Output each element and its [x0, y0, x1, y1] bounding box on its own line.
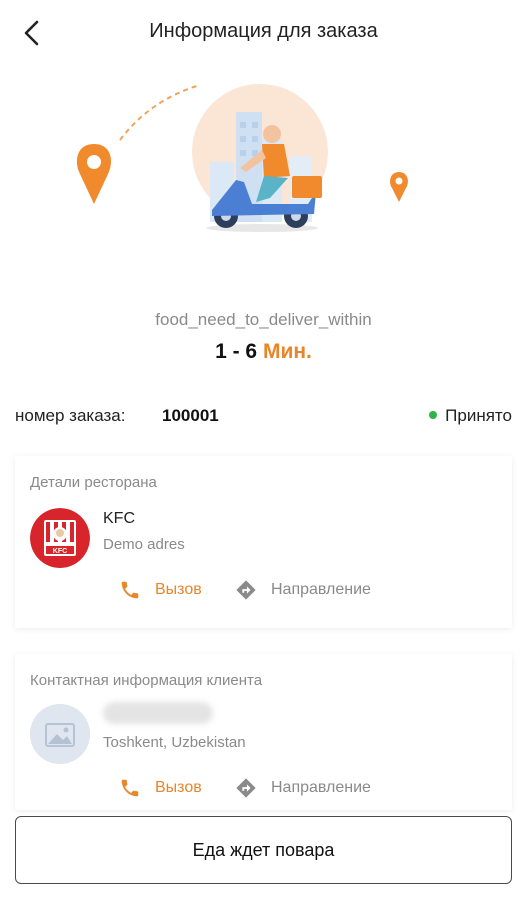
- order-number: 100001: [162, 406, 219, 425]
- delivery-time-range: 1 - 6: [215, 340, 258, 363]
- customer-call-button[interactable]: Вызов: [119, 774, 202, 802]
- customer-name-redacted: [103, 702, 213, 724]
- restaurant-name: KFC: [103, 510, 135, 527]
- order-status: Принято: [429, 406, 512, 426]
- order-info-row: номер заказа: 100001 Принято: [15, 404, 512, 432]
- delivery-label: food_need_to_deliver_within: [155, 310, 372, 329]
- phone-icon: [121, 581, 139, 599]
- phone-icon: [121, 779, 139, 797]
- app-header: Информация для заказа: [0, 0, 527, 68]
- destination-pin-icon: [390, 172, 408, 202]
- customer-direction-button[interactable]: Направление: [235, 774, 371, 802]
- customer-contact-card: Контактная информация клиента Toshkent, …: [15, 654, 512, 810]
- delivery-time-unit: Мин.: [262, 340, 312, 363]
- order-number-label: номер заказа:: [15, 406, 126, 425]
- kfc-logo-text: KFC: [53, 548, 67, 555]
- restaurant-logo: KFC: [30, 508, 90, 568]
- delivery-time: 1 - 6 Мин.: [0, 340, 527, 364]
- directions-icon: [236, 580, 256, 600]
- status-dot-icon: [429, 410, 438, 419]
- restaurant-details-card: Детали ресторана KFC KFC Demo adres Вызо…: [15, 456, 512, 628]
- page-title: Информация для заказа: [149, 20, 378, 42]
- order-status-text: Принято: [445, 406, 512, 425]
- restaurant-address: Demo adres: [103, 536, 185, 553]
- call-label: Вызов: [155, 779, 202, 796]
- restaurant-call-button[interactable]: Вызов: [119, 576, 202, 604]
- restaurant-direction-button[interactable]: Направление: [235, 576, 371, 604]
- customer-section-title: Контактная информация клиента: [30, 672, 263, 689]
- direction-label: Направление: [271, 581, 371, 598]
- directions-icon: [236, 778, 256, 798]
- location-pin-icon: [76, 144, 112, 204]
- delivery-illustration: [0, 70, 527, 300]
- food-waiting-button[interactable]: Еда ждет повара: [15, 816, 512, 884]
- customer-address: Toshkent, Uzbekistan: [103, 734, 246, 751]
- customer-avatar: [30, 704, 90, 764]
- direction-label: Направление: [271, 779, 371, 796]
- image-placeholder-icon: [30, 704, 90, 764]
- call-label: Вызов: [155, 581, 202, 598]
- restaurant-section-title: Детали ресторана: [30, 474, 157, 491]
